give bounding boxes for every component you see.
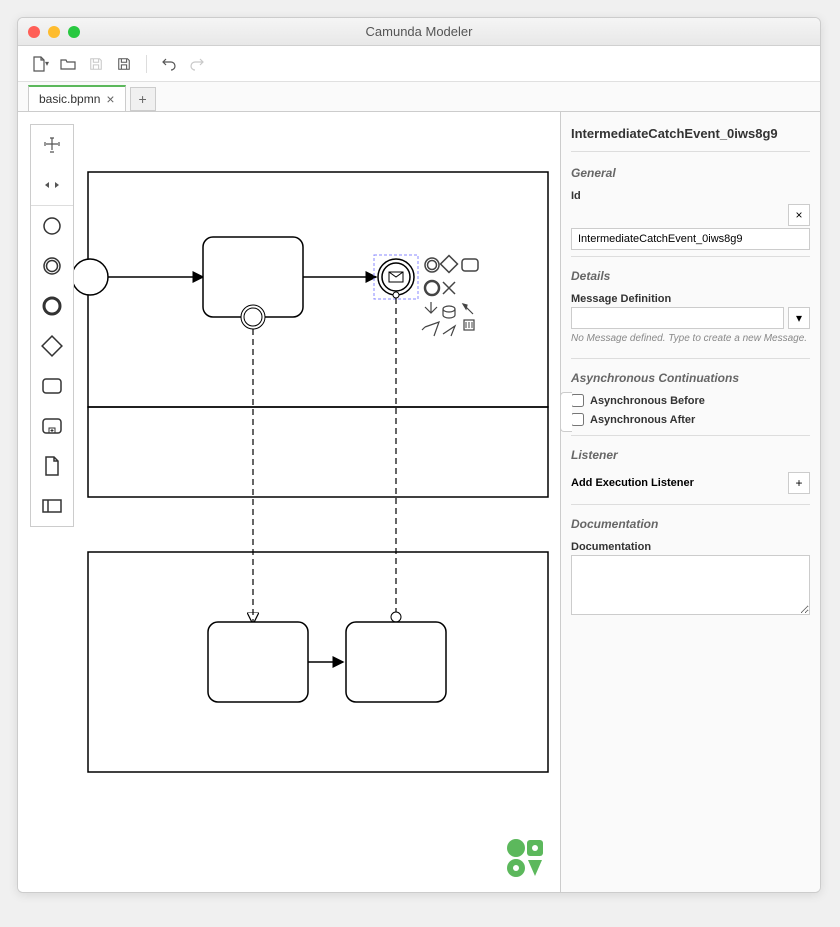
gateway-tool[interactable]	[31, 326, 73, 366]
tool-palette	[30, 124, 74, 527]
camunda-logo	[504, 836, 548, 880]
app-window: Camunda Modeler ▾ basic.bpmn × +	[17, 17, 821, 893]
id-label: Id	[571, 186, 810, 204]
msgdef-dropdown-button[interactable]: ▾	[788, 307, 810, 329]
content-area: IntermediateCatchEvent_0iws8g9 General I…	[18, 112, 820, 892]
maximize-window-button[interactable]	[68, 26, 80, 38]
hand-tool[interactable]	[31, 125, 73, 165]
data-object-tool[interactable]	[31, 446, 73, 486]
documentation-label: Documentation	[571, 537, 810, 555]
msgdef-hint: No Message defined. Type to create a new…	[571, 329, 810, 352]
pool-tool[interactable]	[31, 486, 73, 526]
id-input[interactable]	[571, 228, 810, 250]
start-event-tool[interactable]	[31, 206, 73, 246]
documentation-textarea[interactable]	[571, 555, 810, 615]
task-tool[interactable]	[31, 366, 73, 406]
canvas[interactable]	[18, 112, 560, 892]
msgdef-input[interactable]	[571, 307, 784, 329]
async-after-checkbox[interactable]	[571, 413, 584, 426]
bpmn-diagram[interactable]	[18, 112, 558, 892]
properties-panel: IntermediateCatchEvent_0iws8g9 General I…	[560, 112, 820, 892]
async-after-label: Asynchronous After	[590, 414, 695, 426]
msgdef-label: Message Definition	[571, 289, 810, 307]
window-title: Camunda Modeler	[28, 24, 810, 39]
section-listener: Listener	[571, 442, 810, 468]
tab-basic-bpmn[interactable]: basic.bpmn ×	[28, 85, 126, 111]
async-before-label: Asynchronous Before	[590, 395, 705, 407]
close-window-button[interactable]	[28, 26, 40, 38]
save-button[interactable]	[84, 52, 108, 76]
save-all-button[interactable]	[112, 52, 136, 76]
add-listener-button[interactable]: +	[788, 472, 810, 494]
minimize-window-button[interactable]	[48, 26, 60, 38]
add-listener-label: Add Execution Listener	[571, 477, 784, 489]
toolbar-separator	[146, 55, 147, 73]
end-event-tool[interactable]	[31, 286, 73, 326]
properties-title: IntermediateCatchEvent_0iws8g9	[571, 120, 810, 152]
new-file-button[interactable]: ▾	[28, 52, 52, 76]
section-async: Asynchronous Continuations	[571, 365, 810, 391]
intermediate-event-tool[interactable]	[31, 246, 73, 286]
redo-button[interactable]	[185, 52, 209, 76]
tab-label: basic.bpmn	[39, 92, 100, 106]
window-controls	[28, 26, 80, 38]
panel-collapse-handle[interactable]	[560, 392, 572, 432]
section-details: Details	[571, 263, 810, 289]
tab-close-button[interactable]: ×	[106, 91, 114, 107]
id-clear-button[interactable]: ×	[788, 204, 810, 226]
tabs-row: basic.bpmn × +	[18, 82, 820, 112]
tab-add-button[interactable]: +	[130, 87, 156, 111]
section-general: General	[571, 160, 810, 186]
context-pad	[422, 256, 478, 336]
subprocess-tool[interactable]	[31, 406, 73, 446]
lasso-tool[interactable]	[31, 165, 73, 205]
undo-button[interactable]	[157, 52, 181, 76]
open-file-button[interactable]	[56, 52, 80, 76]
async-before-checkbox[interactable]	[571, 394, 584, 407]
toolbar: ▾	[18, 46, 820, 82]
section-documentation: Documentation	[571, 511, 810, 537]
dropdown-arrow-icon: ▾	[45, 59, 49, 68]
titlebar: Camunda Modeler	[18, 18, 820, 46]
